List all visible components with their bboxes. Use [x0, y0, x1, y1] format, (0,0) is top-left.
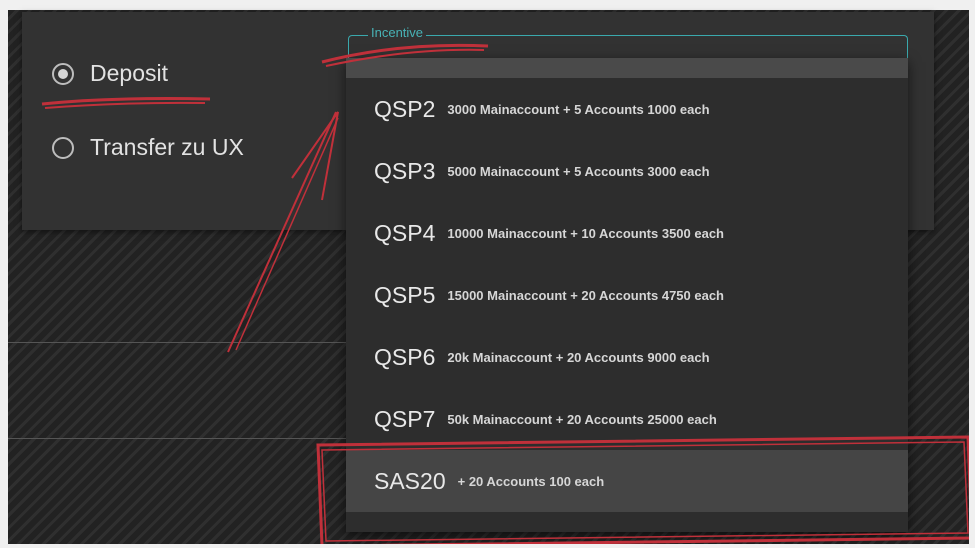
- option-description: 3000 Mainaccount + 5 Accounts 1000 each: [447, 101, 710, 117]
- screenshot-border-left: [0, 0, 8, 548]
- dropdown-option-qsp3[interactable]: QSP3 5000 Mainaccount + 5 Accounts 3000 …: [346, 140, 908, 202]
- option-code: QSP7: [374, 405, 436, 432]
- dropdown-option-qsp4[interactable]: QSP4 10000 Mainaccount + 10 Accounts 350…: [346, 202, 908, 264]
- option-code: QSP5: [374, 281, 436, 308]
- option-description: 10000 Mainaccount + 10 Accounts 3500 eac…: [447, 225, 724, 241]
- dropdown-header: [346, 58, 908, 78]
- dropdown-option-qsp2[interactable]: QSP2 3000 Mainaccount + 5 Accounts 1000 …: [346, 78, 908, 140]
- option-description: 5000 Mainaccount + 5 Accounts 3000 each: [447, 163, 710, 179]
- radio-option-deposit[interactable]: Deposit: [52, 60, 168, 87]
- dropdown-option-sas20[interactable]: SAS20 + 20 Accounts 100 each: [346, 450, 908, 512]
- dropdown-option-qsp6[interactable]: QSP6 20k Mainaccount + 20 Accounts 9000 …: [346, 326, 908, 388]
- option-code: QSP3: [374, 157, 436, 184]
- option-code: SAS20: [374, 467, 446, 494]
- radio-dot-icon: [58, 68, 68, 79]
- screenshot-border-bottom: [0, 544, 975, 548]
- screenshot-border-top: [0, 0, 975, 10]
- screenshot-border-right: [969, 0, 975, 548]
- option-description: 20k Mainaccount + 20 Accounts 9000 each: [447, 349, 710, 365]
- option-description: + 20 Accounts 100 each: [457, 473, 605, 489]
- divider: [8, 438, 348, 439]
- divider: [8, 342, 348, 343]
- radio-button-checked[interactable]: [52, 62, 74, 85]
- incentive-legend: Incentive: [368, 25, 427, 40]
- option-code: QSP6: [374, 343, 436, 370]
- dropdown-option-qsp7[interactable]: QSP7 50k Mainaccount + 20 Accounts 25000…: [346, 388, 908, 450]
- option-description: 50k Mainaccount + 20 Accounts 25000 each: [447, 411, 717, 427]
- radio-button-unchecked[interactable]: [52, 136, 74, 159]
- option-description: 15000 Mainaccount + 20 Accounts 4750 eac…: [447, 287, 724, 303]
- radio-label-transfer: Transfer zu UX: [90, 134, 244, 160]
- radio-label-deposit: Deposit: [90, 60, 168, 86]
- option-code: QSP4: [374, 219, 436, 246]
- option-code: QSP2: [374, 95, 436, 122]
- dropdown-option-qsp5[interactable]: QSP5 15000 Mainaccount + 20 Accounts 475…: [346, 264, 908, 326]
- radio-option-transfer[interactable]: Transfer zu UX: [52, 134, 244, 161]
- incentive-dropdown-menu: QSP2 3000 Mainaccount + 5 Accounts 1000 …: [346, 58, 908, 532]
